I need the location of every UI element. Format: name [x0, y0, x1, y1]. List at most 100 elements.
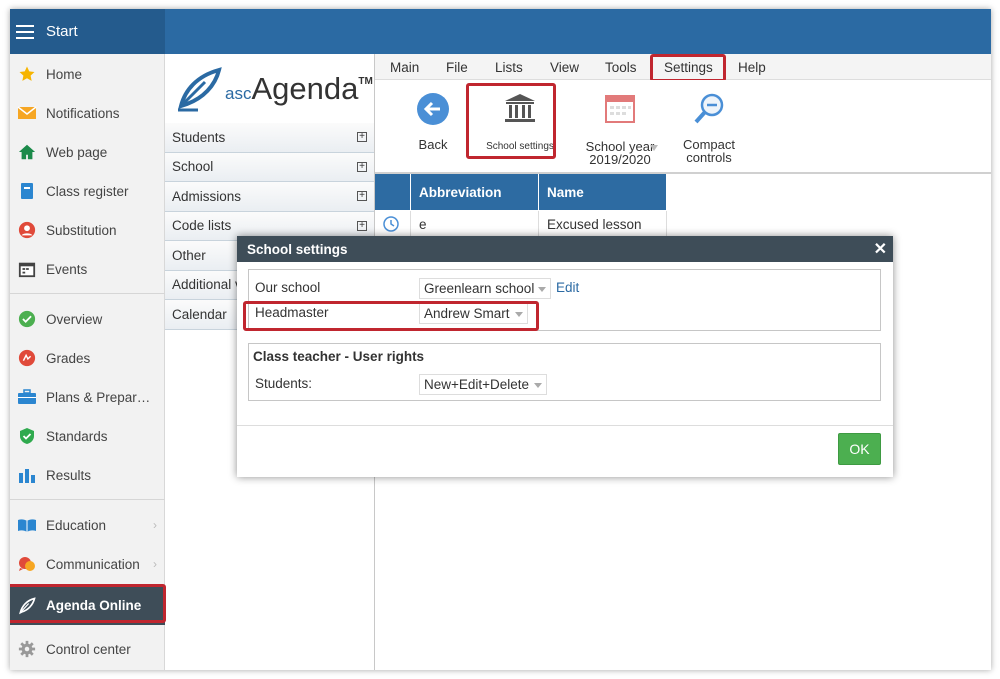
calendar-icon [17, 259, 37, 279]
expand-icon[interactable]: + [357, 220, 367, 231]
app-window: Start Home Notifications Web page Class … [10, 9, 991, 670]
chevron-down-icon [515, 312, 523, 317]
sidebar-item-events[interactable]: Events [10, 251, 165, 287]
class-teacher-title: Class teacher - User rights [253, 349, 425, 364]
sidebar-item-label: Education [46, 517, 107, 533]
calendar-icon [605, 95, 635, 123]
hamburger-icon [16, 24, 34, 39]
chevron-right-icon: › [153, 518, 157, 532]
school-settings-button[interactable]: School settings [479, 92, 561, 153]
sidebar-item-label: Home [46, 66, 83, 82]
person-icon [17, 220, 37, 240]
sidebar-item-label: Overview [46, 311, 103, 327]
sidebar-item-home[interactable]: Home [10, 56, 165, 92]
sidebar-item-substitution[interactable]: Substitution [10, 212, 165, 248]
sidebar-item-label: Grades [46, 350, 91, 366]
register-icon [17, 181, 37, 201]
sidebar-divider [10, 293, 165, 294]
back-button[interactable]: Back [403, 92, 463, 151]
sidebar-item-education[interactable]: Education › [10, 507, 165, 543]
tree-item-label: Students [172, 129, 226, 145]
sidebar: Home Notifications Web page Class regist… [10, 54, 165, 670]
sidebar-item-notifications[interactable]: Notifications [10, 95, 165, 131]
headmaster-label: Headmaster [255, 305, 329, 320]
chevron-right-icon: › [153, 557, 157, 571]
sidebar-item-label: Results [46, 467, 92, 483]
table-row-icon [375, 211, 411, 237]
expand-icon[interactable]: + [357, 161, 367, 172]
compact-controls-button[interactable]: Compact controls [671, 92, 747, 164]
tree-item-label: Admissions [172, 188, 242, 204]
zoom-out-icon [694, 93, 724, 124]
start-button[interactable]: Start [10, 9, 165, 54]
school-year-button[interactable]: School year 2019/2020 [580, 92, 660, 166]
top-bar: Start [10, 9, 991, 54]
sidebar-item-label: Substitution [46, 222, 117, 238]
building-icon [505, 94, 535, 122]
sidebar-item-grades[interactable]: Grades [10, 340, 165, 376]
dialog-header: School settings ✕ [237, 236, 893, 262]
asc-agenda-logo: asc Agenda TM [165, 54, 375, 124]
table-header-abbreviation[interactable]: Abbreviation [411, 174, 539, 210]
house-icon [17, 142, 37, 162]
menu-settings[interactable]: Settings [664, 60, 713, 75]
sidebar-item-standards[interactable]: Standards [10, 418, 165, 454]
table-header-name[interactable]: Name [539, 174, 667, 210]
sidebar-item-overview[interactable]: Overview [10, 301, 165, 337]
sidebar-item-agenda-online[interactable]: Agenda Online [10, 586, 165, 625]
tree-item-label: Calendar [172, 306, 227, 322]
check-circle-icon [17, 309, 37, 329]
menu-lists[interactable]: Lists [495, 60, 523, 75]
menu-view[interactable]: View [550, 60, 579, 75]
sidebar-item-communication[interactable]: Communication › [10, 546, 165, 582]
table-cell-name[interactable]: Excused lesson [539, 211, 667, 237]
close-icon[interactable]: ✕ [874, 239, 887, 259]
tree-item-admissions[interactable]: Admissions + [165, 182, 375, 212]
sidebar-item-label: Standards [46, 428, 108, 444]
dialog-title: School settings [247, 241, 348, 257]
table-header-icon-col [375, 174, 411, 210]
back-label: Back [418, 137, 448, 152]
headmaster-value: Andrew Smart [424, 306, 510, 321]
ok-button[interactable]: OK [838, 433, 881, 465]
table-cell-abbreviation[interactable]: e [411, 211, 539, 237]
chevron-down-icon [534, 383, 542, 388]
shield-check-icon [17, 426, 37, 446]
tree-item-students[interactable]: Students + [165, 123, 375, 153]
tree-item-school[interactable]: School + [165, 152, 375, 182]
feather-icon [17, 596, 37, 616]
menu-help[interactable]: Help [738, 60, 766, 75]
tree-item-label: Code lists [172, 218, 232, 234]
expand-icon[interactable]: + [357, 191, 367, 202]
sidebar-item-results[interactable]: Results [10, 457, 165, 493]
menu-file[interactable]: File [446, 60, 468, 75]
sidebar-item-label: Notifications [46, 105, 120, 121]
our-school-value: Greenlearn school [424, 281, 535, 296]
logo-agenda: Agenda [251, 71, 359, 106]
headmaster-select[interactable]: Andrew Smart [419, 303, 528, 324]
sidebar-item-class-register[interactable]: Class register [10, 173, 165, 209]
sidebar-item-label: Communication [46, 556, 140, 572]
students-rights-select[interactable]: New+Edit+Delete [419, 374, 547, 395]
chat-icon [17, 554, 37, 574]
expand-icon[interactable]: + [357, 132, 367, 143]
start-label: Start [46, 23, 78, 40]
sidebar-item-control-center[interactable]: Control center [10, 631, 165, 667]
envelope-icon [17, 103, 37, 123]
dialog-footer-divider [237, 425, 893, 426]
sidebar-item-web-page[interactable]: Web page [10, 134, 165, 170]
tree-item-label: Additional v [172, 277, 242, 293]
menu-main[interactable]: Main [390, 60, 419, 75]
sidebar-item-label: Events [46, 261, 88, 277]
grades-icon [17, 348, 37, 368]
sidebar-item-label: Class register [46, 183, 129, 199]
edit-link[interactable]: Edit [556, 280, 579, 295]
sidebar-item-label: Plans & Prepar… [46, 389, 151, 405]
sidebar-item-plans[interactable]: Plans & Prepar… [10, 379, 165, 415]
our-school-label: Our school [255, 280, 321, 295]
menu-tools[interactable]: Tools [605, 60, 637, 75]
our-school-select[interactable]: Greenlearn school [419, 278, 551, 299]
school-settings-label: School settings [486, 141, 554, 152]
gear-icon [17, 639, 37, 659]
logo-asc: asc [225, 84, 252, 103]
